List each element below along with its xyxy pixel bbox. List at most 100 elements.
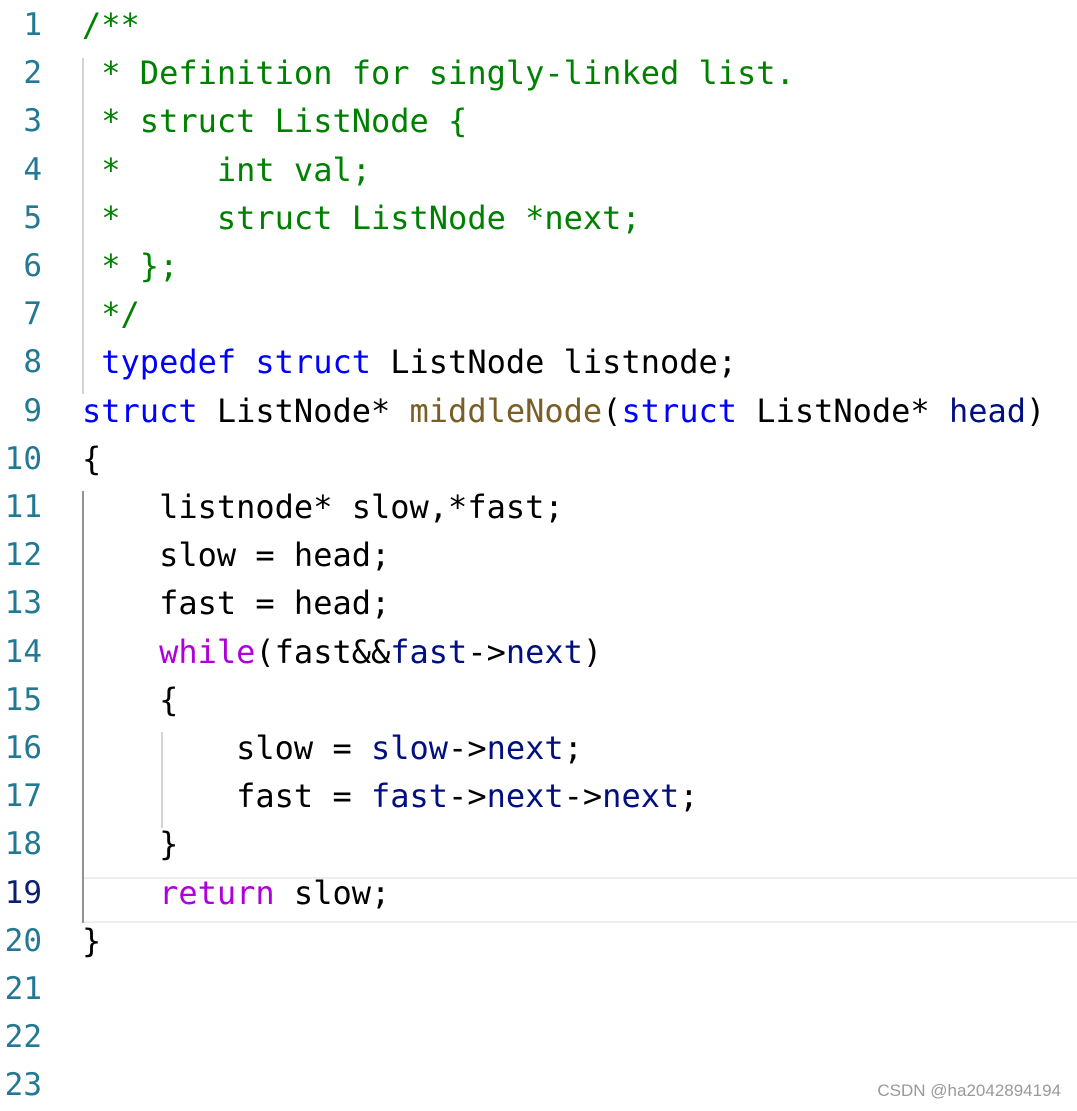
code-line[interactable]: 4 * int val; (0, 145, 1077, 193)
token-comment: /** (82, 6, 140, 44)
code-line[interactable]: 15 { (0, 675, 1077, 723)
token-plain: } (82, 922, 102, 960)
code-line[interactable]: 11 listnode* slow,*fast; (0, 482, 1077, 530)
watermark: CSDN @ha2042894194 (877, 1081, 1061, 1100)
token-plain: { (82, 440, 102, 478)
code-text: return slow; (82, 876, 390, 910)
line-number: 14 (4, 634, 42, 670)
line-number: 4 (23, 152, 42, 188)
token-plain: -> (467, 633, 506, 671)
code-editor[interactable]: 1 /** 2 * Definition for singly-linked lis… (0, 0, 1077, 1111)
code-line[interactable]: 2 * Definition for singly-linked list. (0, 48, 1077, 96)
line-number: 16 (4, 730, 42, 766)
token-var: fast (370, 777, 449, 815)
code-line[interactable]: 10 { (0, 434, 1077, 482)
token-var: next (505, 633, 583, 671)
line-number: 23 (4, 1067, 42, 1103)
code-text: /** (82, 8, 140, 42)
code-line[interactable]: 8 typedef struct ListNode listnode; (0, 337, 1077, 385)
line-number: 13 (4, 585, 42, 621)
token-plain: listnode* slow,*fast; (82, 488, 564, 526)
code-text: * }; (82, 249, 178, 283)
token-keyword: struct (255, 343, 371, 381)
token-var: slow (370, 729, 449, 767)
line-number: 15 (4, 682, 42, 718)
token-plain: ( (602, 392, 622, 430)
code-line[interactable]: 18 } (0, 819, 1077, 867)
code-text: * struct ListNode *next; (82, 199, 641, 237)
line-number: 1 (23, 7, 42, 43)
token-plain: ) (582, 633, 603, 671)
token-comment: * Definition for singly-linked list. (82, 54, 795, 92)
token-plain: -> (448, 729, 487, 767)
code-line[interactable]: 5 * struct ListNode *next; (0, 193, 1077, 241)
code-line[interactable]: 20} (0, 916, 1077, 964)
token-plain: ) (1026, 392, 1046, 430)
code-line[interactable]: 19 return slow; (0, 868, 1077, 916)
token-var: fast (390, 633, 468, 671)
code-line[interactable]: 22 (0, 1012, 1077, 1060)
code-line[interactable]: 14 while(fast&&fast->next) (0, 627, 1077, 675)
line-number: 5 (23, 200, 42, 236)
line-number: 20 (4, 923, 42, 959)
code-line[interactable]: 6 * }; (0, 241, 1077, 289)
code-text: * int val; (82, 153, 371, 187)
line-number: 11 (4, 489, 42, 525)
code-line[interactable]: 7 */ (0, 289, 1077, 337)
line-number: 18 (4, 826, 42, 862)
token-comment: * struct ListNode *next; (82, 199, 641, 237)
token-keyword: typedef (82, 343, 237, 381)
line-number: 9 (23, 393, 42, 429)
token-plain: fast = head; (82, 584, 391, 622)
code-line[interactable]: 21 (0, 964, 1077, 1012)
line-number: 22 (4, 1019, 42, 1055)
code-line[interactable]: 9 struct ListNode* middleNode(struct List… (0, 386, 1077, 434)
token-plain: ListNode* (197, 392, 410, 430)
code-text: } (82, 827, 178, 861)
code-text: * Definition for singly-linked list. (82, 56, 795, 90)
token-comment: * int val; (82, 151, 371, 189)
token-plain: ; (679, 777, 699, 815)
line-number: 10 (4, 441, 42, 477)
token-var: next (486, 729, 564, 767)
code-line[interactable]: 3 * struct ListNode { (0, 96, 1077, 144)
token-plain: slow; (274, 874, 391, 912)
token-var: next (602, 777, 680, 815)
line-number: 17 (4, 778, 42, 814)
line-number: 7 (23, 296, 42, 332)
code-text: while(fast&&fast->next) (82, 635, 602, 669)
token-plain: ListNode* (737, 392, 949, 430)
code-text: listnode* slow,*fast; (82, 490, 564, 524)
line-number: 12 (4, 537, 42, 573)
token-var: head (948, 392, 1027, 430)
line-number: 19 (4, 875, 42, 911)
token-control: while (159, 633, 256, 671)
code-line[interactable]: 13 fast = head; (0, 578, 1077, 626)
code-text: */ (82, 297, 140, 331)
line-number: 6 (23, 248, 42, 284)
code-text: typedef struct ListNode listnode; (82, 345, 737, 379)
token-plain: slow = head; (82, 536, 391, 574)
line-number: 2 (23, 55, 42, 91)
code-line[interactable]: 17 fast = fast->next->next; (0, 771, 1077, 819)
token-plain: ListNode listnode; (370, 343, 738, 381)
token-keyword: struct (82, 392, 198, 430)
token-comment: * struct ListNode { (82, 102, 468, 140)
token-plain: ; (563, 729, 583, 767)
token-var: next (486, 777, 564, 815)
token-keyword: struct (621, 392, 738, 430)
code-text: { (82, 442, 101, 476)
code-text: fast = head; (82, 586, 390, 620)
code-text: struct ListNode* middleNode(struct ListN… (82, 394, 1045, 428)
code-line[interactable]: 1 /** (0, 0, 1077, 48)
code-line[interactable]: 16 slow = slow->next; (0, 723, 1077, 771)
token-plain: { (82, 681, 179, 719)
line-number: 3 (23, 103, 42, 139)
code-text: slow = slow->next; (82, 731, 583, 765)
code-text: slow = head; (82, 538, 390, 572)
token-plain: fast = (82, 777, 371, 815)
token-plain: } (82, 825, 179, 863)
code-line[interactable]: 12 slow = head; (0, 530, 1077, 578)
